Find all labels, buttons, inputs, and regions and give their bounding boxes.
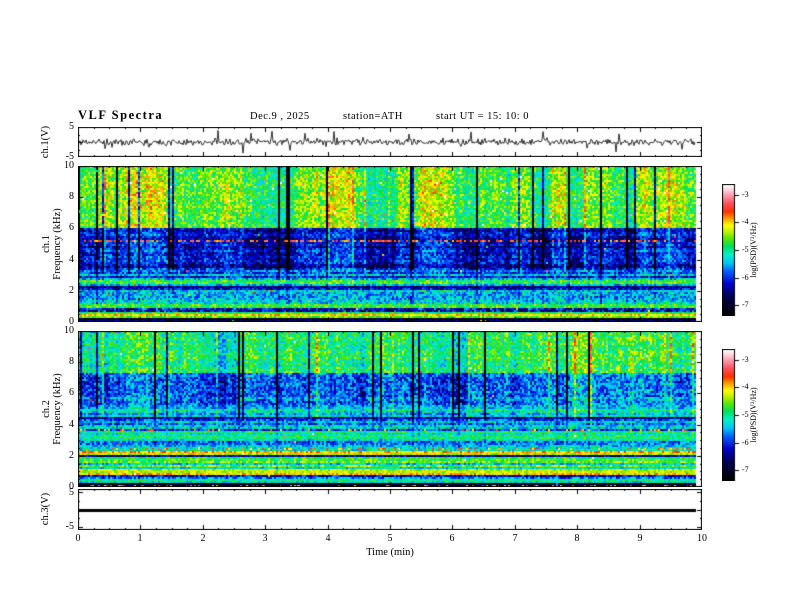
spec2-ytick-label: 10 <box>64 325 74 336</box>
time-tick-label: 8 <box>574 533 580 544</box>
time-tick-label: 0 <box>75 533 81 544</box>
date-label: Dec.9 , 2025 <box>250 111 310 122</box>
time-tick-label: 3 <box>262 533 268 544</box>
time-tick-label: 2 <box>200 533 206 544</box>
page-title: VLF Spectra <box>78 108 164 122</box>
spec1-ytick-label: 8 <box>69 191 74 202</box>
spec2-ytick-label: 4 <box>69 419 74 430</box>
colorbar2-tick-label: -7 <box>742 465 749 474</box>
spec2-ytick-label: 6 <box>69 387 74 398</box>
colorbar-spec1 <box>722 184 740 316</box>
spec2-ytick-label: 2 <box>69 450 74 461</box>
colorbar2-tick-label: -4 <box>742 382 749 391</box>
colorbar-spec2 <box>722 349 740 481</box>
time-tick-label: 6 <box>449 533 455 544</box>
colorbar1-tick-label: -5 <box>742 245 749 254</box>
spec2-ytick-label: 0 <box>69 481 74 492</box>
colorbar1-tick-label: -7 <box>742 300 749 309</box>
colorbar2-tick-label: -6 <box>742 438 749 447</box>
colorbar2-tick-label: -5 <box>742 410 749 419</box>
station-label: station=ATH <box>343 111 403 122</box>
spec1-ytick-label: 4 <box>69 254 74 265</box>
ch2-spectrogram-panel <box>78 331 702 487</box>
time-axis-label: Time (min) <box>366 547 414 558</box>
time-tick-label: 5 <box>387 533 393 544</box>
time-tick-label: 1 <box>137 533 143 544</box>
colorbar2-tick-label: -3 <box>742 355 749 364</box>
colorbar1-tick-label: -4 <box>742 217 749 226</box>
start-ut-label: start UT = 15: 10: 0 <box>436 111 530 122</box>
spec2-ytick-label: 8 <box>69 356 74 367</box>
vlf-spectra-figure: VLF Spectra Dec.9 , 2025 station=ATH sta… <box>0 0 792 612</box>
time-tick-label: 9 <box>637 533 643 544</box>
spec1-ytick-label: 6 <box>69 222 74 233</box>
time-tick-label: 7 <box>512 533 518 544</box>
ch3-voltage-axis-label: ch.3(V) <box>40 492 51 526</box>
colorbar1-tick-label: -3 <box>742 190 749 199</box>
time-tick-label: 10 <box>697 533 707 544</box>
colorbar1-tick-label: -6 <box>742 273 749 282</box>
ch3-waveform-panel <box>78 489 702 530</box>
ch3-ytick-min: -5 <box>65 521 74 532</box>
ch1-waveform-panel <box>78 127 702 157</box>
ch1-spectrogram-panel <box>78 166 702 322</box>
spec1-ytick-label: 10 <box>64 160 74 171</box>
time-tick-label: 4 <box>325 533 331 544</box>
wave-ytick-max: 5 <box>69 121 74 132</box>
spec1-ytick-label: 2 <box>69 285 74 296</box>
